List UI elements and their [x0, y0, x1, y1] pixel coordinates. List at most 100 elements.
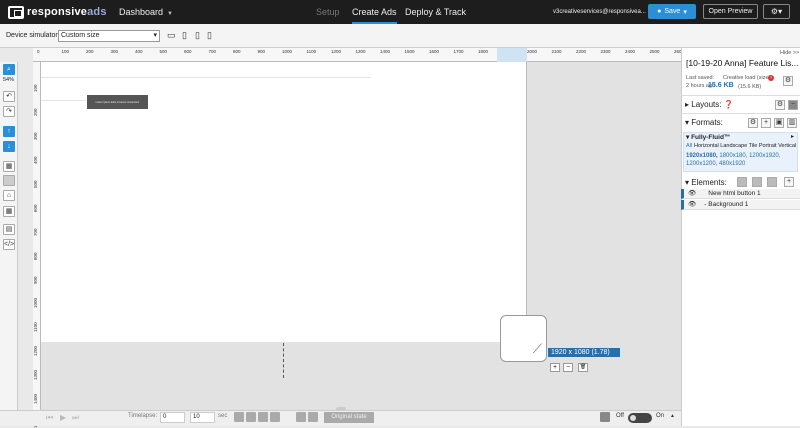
ruler-tick: 400 [33, 156, 38, 164]
redo-icon: ↷ [6, 108, 12, 115]
center-guide [283, 343, 284, 378]
toggle-switch[interactable] [628, 413, 652, 423]
move-up-button[interactable]: ↑ [3, 126, 15, 137]
chevron-right-icon[interactable]: ▸ [791, 133, 794, 140]
save-button[interactable]: ● Save ▾ [648, 4, 696, 19]
delete-size-button[interactable]: 🗑 [578, 363, 588, 372]
open-preview-button[interactable]: Open Preview [703, 4, 758, 19]
remove-keyframe-button[interactable] [308, 412, 318, 422]
move-down-button[interactable]: ↓ [3, 141, 15, 152]
element-tool-3[interactable] [767, 177, 777, 187]
divider [681, 95, 800, 96]
toggle-on-label: On [656, 413, 665, 419]
tablet-icon[interactable]: ▯ [182, 31, 190, 40]
ruler-tick: 300 [33, 132, 38, 140]
ruler-tick: 200 [33, 108, 38, 116]
resize-handle[interactable]: ⟋ [500, 315, 547, 362]
hide-panel-link[interactable]: Hide >> [780, 50, 799, 56]
dimensions-label: 1920 x 1080 (1.78) [548, 348, 620, 357]
ruler-tick: 1300 [355, 49, 366, 54]
ruler-tick: 200 [86, 49, 94, 54]
phone-icon[interactable]: ▯ [195, 31, 203, 40]
ruler-tick: 2300 [600, 49, 611, 54]
eye-icon[interactable]: 👁 [688, 190, 696, 197]
html-button-element[interactable]: Lorem ipsum dolor sit amet consectetur [87, 95, 148, 109]
layers-icon: ▦ [5, 163, 13, 170]
formats-settings-button[interactable]: ⚙ [748, 118, 758, 128]
last-saved-label: Last saved: [686, 75, 715, 81]
add-size-button[interactable]: + [550, 363, 560, 372]
eye-icon[interactable]: 👁 [688, 201, 696, 208]
format-all-link[interactable]: All [686, 143, 692, 149]
hierarchy-button[interactable]: ⌂ [3, 190, 15, 201]
project-title: [10-19-20 Anna] Feature Lis... [686, 58, 799, 68]
desktop-icon[interactable]: ▭ [167, 31, 176, 40]
undo-button[interactable]: ↶ [3, 91, 15, 102]
timelapse-label: Timelapse: [128, 413, 158, 419]
tab-deploy-track[interactable]: Deploy & Track [405, 0, 466, 24]
save-format-button[interactable]: ▣ [774, 118, 784, 128]
ruler-tick: 1200 [331, 49, 342, 54]
ruler-tick: 700 [208, 49, 217, 54]
chevron-down-icon: ▼ [167, 11, 173, 17]
ruler-tick: 300 [110, 49, 119, 54]
timeline-tool-4[interactable] [270, 412, 280, 422]
original-state-button[interactable]: Original state [324, 412, 374, 423]
timeline-settings-button[interactable] [600, 412, 610, 422]
add-format-button[interactable]: + [761, 118, 771, 128]
info-icon[interactable]: ? [768, 75, 774, 81]
element-tool-1[interactable] [737, 177, 747, 187]
play-icon[interactable]: ▶ [60, 413, 66, 422]
remove-size-button[interactable]: − [563, 363, 573, 372]
dashboard-menu[interactable]: Dashboard ▼ [119, 0, 173, 24]
layers-button[interactable]: ▦ [3, 161, 15, 172]
settings-button[interactable]: ⚙ ▾ [763, 4, 790, 19]
skip-back-icon[interactable]: ⏮ [46, 413, 53, 423]
add-keyframe-button[interactable] [296, 412, 306, 422]
timeline-tool-1[interactable] [234, 412, 244, 422]
film-button[interactable]: ▤ [3, 224, 15, 235]
ruler-highlight [497, 48, 527, 62]
delete-format-button[interactable]: ▥ [787, 118, 797, 128]
tab-setup[interactable]: Setup [316, 0, 340, 24]
ruler-tick: 2100 [551, 49, 562, 54]
vertical-ruler: 100 200 300 400 500 600 700 800 900 1000 1100 1200 1… [33, 62, 41, 428]
device-select[interactable]: Custom size ▾ [58, 30, 160, 42]
logo[interactable]: responsiveads [8, 3, 107, 21]
collapse-up-icon[interactable]: ▲ [670, 413, 675, 419]
grid-icon: ▦ [5, 208, 13, 215]
blank-tool[interactable] [3, 175, 15, 186]
undo-icon: ↶ [6, 93, 12, 100]
zoom-button[interactable]: ⌕ [3, 64, 15, 75]
timelapse-to-input[interactable]: 10 [190, 412, 215, 423]
account-email[interactable]: v3creativeservices@responsivea... [553, 0, 646, 24]
ruler-tick: 0 [37, 49, 40, 54]
skip-forward-icon[interactable]: ⏭ [72, 413, 79, 423]
ruler-tick: 2500 [649, 49, 660, 54]
grid-button[interactable]: ▦ [3, 206, 15, 217]
divider [681, 113, 800, 114]
ruler-tick: 400 [135, 49, 143, 54]
timelapse-from-input[interactable]: 0 [160, 412, 185, 423]
timeline-tool-2[interactable] [246, 412, 256, 422]
element-row[interactable]: 👁 New html button 1 [681, 189, 800, 199]
sitemap-icon: ⌂ [6, 192, 12, 199]
save-icon: ● [657, 8, 662, 15]
project-settings-button[interactable]: ⚙ [783, 76, 793, 86]
timeline-tool-3[interactable] [258, 412, 268, 422]
timeline-handle[interactable] [336, 407, 346, 411]
phone-small-icon[interactable]: ▯ [207, 31, 215, 40]
plus-icon: + [763, 119, 769, 126]
format-kinds: Horizontal Landscape Tile Portrait Verti… [694, 143, 797, 149]
layouts-settings-button[interactable]: ⚙ [775, 100, 785, 110]
help-icon[interactable]: ❓ [724, 100, 734, 109]
code-button[interactable]: </> [3, 239, 15, 250]
redo-button[interactable]: ↷ [3, 106, 15, 117]
tab-create-ads[interactable]: Create Ads [352, 0, 397, 24]
layouts-collapse-button[interactable]: − [788, 100, 798, 110]
element-tool-2[interactable] [752, 177, 762, 187]
element-row[interactable]: 👁 - Background 1 [681, 200, 800, 210]
ruler-tick: 1300 [33, 369, 38, 380]
resize-icon: ⟋ [532, 341, 542, 356]
add-element-button[interactable]: + [784, 177, 794, 187]
